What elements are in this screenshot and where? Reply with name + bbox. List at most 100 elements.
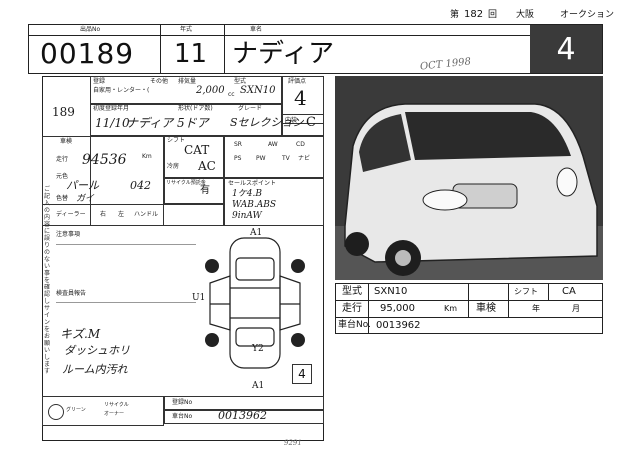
corner-4-box: 4 <box>292 364 312 384</box>
spec-mileage-value: 95,000 <box>380 303 415 314</box>
lot-label: 出品No <box>80 26 101 33</box>
first-reg-value: 11/10 <box>95 116 130 130</box>
equip-sr: SR <box>234 141 242 148</box>
caution-rule <box>56 244 196 245</box>
equip-aw: AW <box>268 141 278 148</box>
spec-shift-label: シフト <box>514 287 538 296</box>
spec-month-label: 月 <box>572 304 580 313</box>
stamp-circle <box>48 404 64 420</box>
vehicle-photo <box>335 76 603 280</box>
top-label-row <box>28 24 530 36</box>
mark-front: A1 <box>250 228 263 238</box>
mileage-unit: Km <box>142 153 152 160</box>
recycle-row-3: オーナー <box>104 411 125 417</box>
spec-year-label: 年 <box>532 304 540 313</box>
spec-mileage-unit: Km <box>444 304 458 313</box>
spec-col-2 <box>468 283 469 317</box>
other-label: その他 <box>150 78 169 85</box>
equip-navi: ナビ <box>298 155 311 162</box>
spec-chassis-label: 車台No. <box>338 320 371 330</box>
year-value: 11 <box>174 39 208 69</box>
venue: 大阪 <box>516 10 535 20</box>
spec-shift-value: CA <box>562 286 576 297</box>
recycle-row-1: グリーン <box>66 407 86 413</box>
first-reg-label: 初度登録年月 <box>93 105 130 112</box>
inspector-label: 検査員報告 <box>56 290 87 297</box>
grade-label: グレード <box>238 105 263 112</box>
car-name: ナディア <box>232 39 335 69</box>
score-label: 評価点 <box>288 78 307 85</box>
spec-col-4 <box>548 283 549 300</box>
color-value: パール <box>66 179 99 192</box>
recycle-row-2: リサイクル <box>104 402 129 408</box>
note-line-1: キズ.M <box>60 327 101 341</box>
aircon-value: AC <box>198 159 216 173</box>
recycle-value: 有 <box>200 185 210 196</box>
dealer-left: 左 <box>118 211 125 218</box>
spec-mileage-label: 走行 <box>342 303 362 314</box>
aircon-label: 冷房 <box>167 163 180 170</box>
note-line-3: ルーム内汚れ <box>62 363 128 376</box>
score-value: 4 <box>294 86 307 110</box>
session-label: 第 <box>450 10 460 20</box>
mark-bottom: A1 <box>252 381 265 391</box>
shift-label: シフト <box>167 137 186 144</box>
sales-points-label: セールスポイント <box>228 180 277 187</box>
sales-point-1: 1ケ4.B <box>232 189 262 199</box>
session-number: 182 <box>464 9 484 20</box>
dealer-label: ディーラー <box>56 211 86 218</box>
equip-tv: TV <box>282 155 290 162</box>
year-label: 年式 <box>180 26 193 33</box>
dealer-right: 右 <box>100 211 107 218</box>
inspection-label: 車検 <box>60 138 73 145</box>
registration-label: 登録 <box>93 78 106 85</box>
spec-chassis-value: 0013962 <box>376 320 421 331</box>
spec-inspection-label: 車検 <box>476 303 496 314</box>
spec-type-value: SXN10 <box>374 286 408 297</box>
usage-label: 自家用・レンター・( <box>93 87 150 94</box>
shape-label: 形状(ドア数) <box>178 105 213 112</box>
displacement-value: 2,000 <box>196 85 225 96</box>
car-damage-diagram <box>205 237 305 369</box>
model-label: 車名 <box>250 26 263 33</box>
spec-type-label: 型式 <box>342 286 362 297</box>
sales-point-2: WAB.ABS <box>232 200 277 210</box>
dealer-handle: ハンドル <box>134 211 159 218</box>
equip-pw: PW <box>256 155 266 162</box>
mark-side: U1 <box>192 293 206 303</box>
sales-point-3: 9inAW <box>232 211 262 221</box>
divider-1 <box>160 24 161 74</box>
session-suffix: 回 <box>488 10 498 20</box>
spec-row-line-2 <box>335 317 603 318</box>
color-code: 042 <box>130 179 151 192</box>
inspector-rule <box>56 302 196 303</box>
note-line-2: ダッシュホリ <box>64 344 130 357</box>
shape-value: ナディア 5ドア <box>126 116 209 130</box>
footer-sign: 9291 <box>284 439 302 447</box>
equip-cd: CD <box>296 141 305 148</box>
mark-rear: Y2 <box>252 344 264 354</box>
shift-value: CAT <box>184 143 210 157</box>
spec-row-line-1 <box>335 300 603 301</box>
divider-2 <box>224 24 225 74</box>
color-change-label: 色替 <box>56 195 69 202</box>
bottom-chassis-value: 0013962 <box>218 409 267 422</box>
bottom-chassis-label: 車台No <box>172 413 193 420</box>
type-value: SXN10 <box>240 85 276 96</box>
bottom-reg-label: 登録No <box>172 399 193 406</box>
mileage-value: 94536 <box>82 152 127 168</box>
caution-label: 注意事項 <box>56 231 81 238</box>
displacement-label: 排気量 <box>178 78 197 85</box>
grade-value: Sセレクション <box>230 116 304 129</box>
equip-ps: PS <box>234 155 242 162</box>
lot-number: 00189 <box>40 37 135 70</box>
interior-value: C <box>306 115 316 130</box>
grade-score-badge: 4 <box>530 25 602 73</box>
vertical-note: ご記入の内容に誤りのない事を確認しサインをお願いします <box>44 186 51 375</box>
color-change-value: ガイ <box>76 194 95 204</box>
spec-col-3 <box>508 283 509 317</box>
side-number: 189 <box>52 105 75 119</box>
auction-title: オークション <box>560 10 615 20</box>
mileage-label: 走行 <box>56 156 69 163</box>
cc-label: cc <box>228 91 235 98</box>
